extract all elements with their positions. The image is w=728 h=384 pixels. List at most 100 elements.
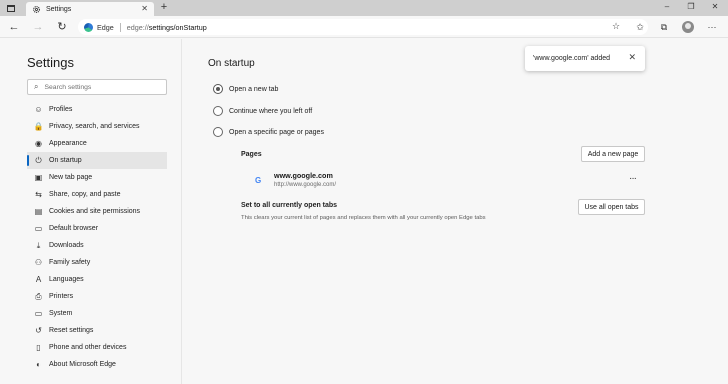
option-new-tab[interactable]: Open a new tab (213, 84, 278, 94)
radio-button[interactable] (213, 106, 223, 116)
option-specific-pages[interactable]: Open a specific page or pages (213, 127, 324, 137)
sidebar-item-about-microsoft-edge[interactable]: ◐ About Microsoft Edge (27, 356, 167, 373)
sidebar-item-printers[interactable]: ⎙ Printers (27, 288, 167, 305)
option-continue[interactable]: Continue where you left off (213, 106, 312, 116)
sidebar-item-privacy-search-and-services[interactable]: 🔒 Privacy, search, and services (27, 118, 167, 135)
sidebar-item-label: Default browser (49, 225, 99, 232)
tab-settings[interactable]: Settings ✕ (26, 2, 154, 16)
sidebar-item-appearance[interactable]: ◉ Appearance (27, 135, 167, 152)
sidebar-item-family-safety[interactable]: ⚇ Family safety (27, 254, 167, 271)
sidebar-item-reset-settings[interactable]: ↺ Reset settings (27, 322, 167, 339)
page-entry: G www.google.com http://www.google.com/ (255, 171, 336, 188)
option-label: Open a specific page or pages (229, 128, 324, 136)
sidebar-item-label: Profiles (49, 106, 73, 113)
more-menu-icon[interactable]: ··· (706, 21, 718, 33)
back-button[interactable]: ← (7, 20, 21, 34)
lock-icon: 🔒 (33, 122, 44, 131)
set-all-title: Set to all currently open tabs (241, 202, 338, 209)
sidebar-item-share-copy-and-paste[interactable]: ⇆ Share, copy, and paste (27, 186, 167, 203)
sidebar-item-label: Downloads (49, 242, 84, 249)
page-title: On startup (208, 58, 255, 69)
power-icon: ⏻ (35, 155, 42, 165)
toast-message: 'www.google.com' added (533, 55, 610, 62)
sidebar-item-label: Languages (49, 276, 84, 283)
search-input[interactable] (44, 83, 160, 91)
sidebar-item-label: Phone and other devices (49, 344, 127, 351)
radio-button[interactable] (213, 84, 223, 94)
minimize-button[interactable]: – (660, 2, 674, 11)
use-all-open-tabs-button[interactable]: Use all open tabs (578, 199, 645, 215)
tab-title: Settings (46, 5, 72, 13)
sidebar-item-default-browser[interactable]: ▭ Default browser (27, 220, 167, 237)
gear-icon (32, 5, 41, 14)
sidebar-item-label: Reset settings (49, 327, 94, 334)
profile-icon: ☺ (34, 105, 43, 114)
sidebar-item-cookies-and-site-permissions[interactable]: ▤ Cookies and site permissions (27, 203, 167, 220)
option-label: Continue where you left off (229, 107, 313, 115)
set-all-description: This clears your current list of pages a… (241, 215, 486, 221)
tab-actions-icon (7, 4, 15, 12)
reset-icon: ↺ (35, 326, 42, 335)
sidebar-item-label: Appearance (49, 140, 87, 147)
edge-logo-icon (84, 22, 93, 32)
search-icon: ⌕ (34, 82, 39, 91)
new-tab-button[interactable]: + (158, 1, 170, 13)
appearance-icon: ◉ (35, 139, 42, 148)
page-name: www.google.com (274, 171, 333, 180)
collections-icon[interactable]: ⧉ (658, 21, 670, 33)
sidebar-item-label: Cookies and site permissions (49, 208, 141, 215)
main-content: On startup Open a new tab Continue where… (183, 39, 728, 384)
share-icon: ⇆ (35, 190, 42, 199)
tab-actions-button[interactable] (4, 2, 18, 14)
cookies-icon: ▤ (34, 207, 43, 216)
sidebar-item-phone-and-other-devices[interactable]: ▯ Phone and other devices (27, 339, 167, 356)
sidebar-item-system[interactable]: ▭ System (27, 305, 167, 322)
more-actions-icon[interactable]: ··· (629, 173, 637, 184)
sidebar-item-label: Share, copy, and paste (49, 191, 121, 198)
edge-icon: ◐ (36, 360, 41, 369)
url-path: settings/onStartup (148, 22, 207, 32)
download-icon: ⤓ (36, 240, 41, 250)
sidebar-item-downloads[interactable]: ⤓ Downloads (27, 237, 167, 254)
toast-close-icon[interactable]: ✕ (628, 52, 636, 63)
favorites-icon[interactable]: ✩ (634, 21, 646, 33)
sidebar-item-new-tab-page[interactable]: ▣ New tab page (27, 169, 167, 186)
option-label: Open a new tab (229, 85, 279, 93)
address-bar[interactable]: Edge edge://settings/onStartup ☆ (78, 19, 648, 35)
added-toast: 'www.google.com' added ✕ (525, 46, 645, 71)
forward-button[interactable]: → (31, 20, 45, 34)
refresh-icon: ↻ (57, 21, 67, 33)
add-favorite-icon[interactable]: ☆ (610, 21, 622, 32)
settings-sidebar: Settings ⌕ ☺ Profiles 🔒 Privacy, search, an… (0, 39, 182, 384)
maximize-button[interactable]: ❐ (684, 2, 698, 11)
printer-icon: ⎙ (35, 291, 42, 301)
page-info: www.google.com http://www.google.com/ (274, 171, 336, 188)
sidebar-item-label: Family safety (49, 259, 91, 266)
sidebar-item-profiles[interactable]: ☺ Profiles (27, 101, 167, 118)
url-text: edge://settings/onStartup (127, 23, 207, 32)
address-divider (119, 22, 121, 32)
radio-button[interactable] (213, 127, 223, 137)
settings-heading: Settings (27, 55, 74, 70)
sidebar-item-on-startup[interactable]: ⏻ On startup (27, 152, 167, 169)
window-close-button[interactable]: ✕ (708, 2, 722, 11)
profile-avatar[interactable] (682, 21, 694, 33)
google-favicon-icon: G (255, 176, 262, 185)
sidebar-item-languages[interactable]: A Languages (27, 271, 167, 288)
family-icon: ⚇ (34, 258, 43, 267)
sidebar-item-label: New tab page (49, 174, 93, 181)
pages-label: Pages (241, 151, 262, 158)
tab-close-icon[interactable]: ✕ (141, 4, 148, 13)
page-url: http://www.google.com/ (274, 182, 337, 188)
sidebar-item-label: Printers (49, 293, 74, 300)
new-tab-page-icon: ▣ (34, 173, 43, 182)
system-icon: ▭ (34, 309, 43, 318)
add-new-page-button[interactable]: Add a new page (581, 146, 645, 162)
tab-strip: Settings ✕ + – ❐ ✕ (0, 0, 728, 16)
search-settings-box[interactable]: ⌕ (27, 79, 167, 95)
sidebar-item-label: Privacy, search, and services (49, 123, 140, 130)
sidebar-item-label: System (49, 310, 73, 317)
forward-arrow-icon: → (32, 21, 44, 33)
url-prefix: edge:// (126, 22, 149, 32)
refresh-button[interactable]: ↻ (55, 20, 69, 34)
